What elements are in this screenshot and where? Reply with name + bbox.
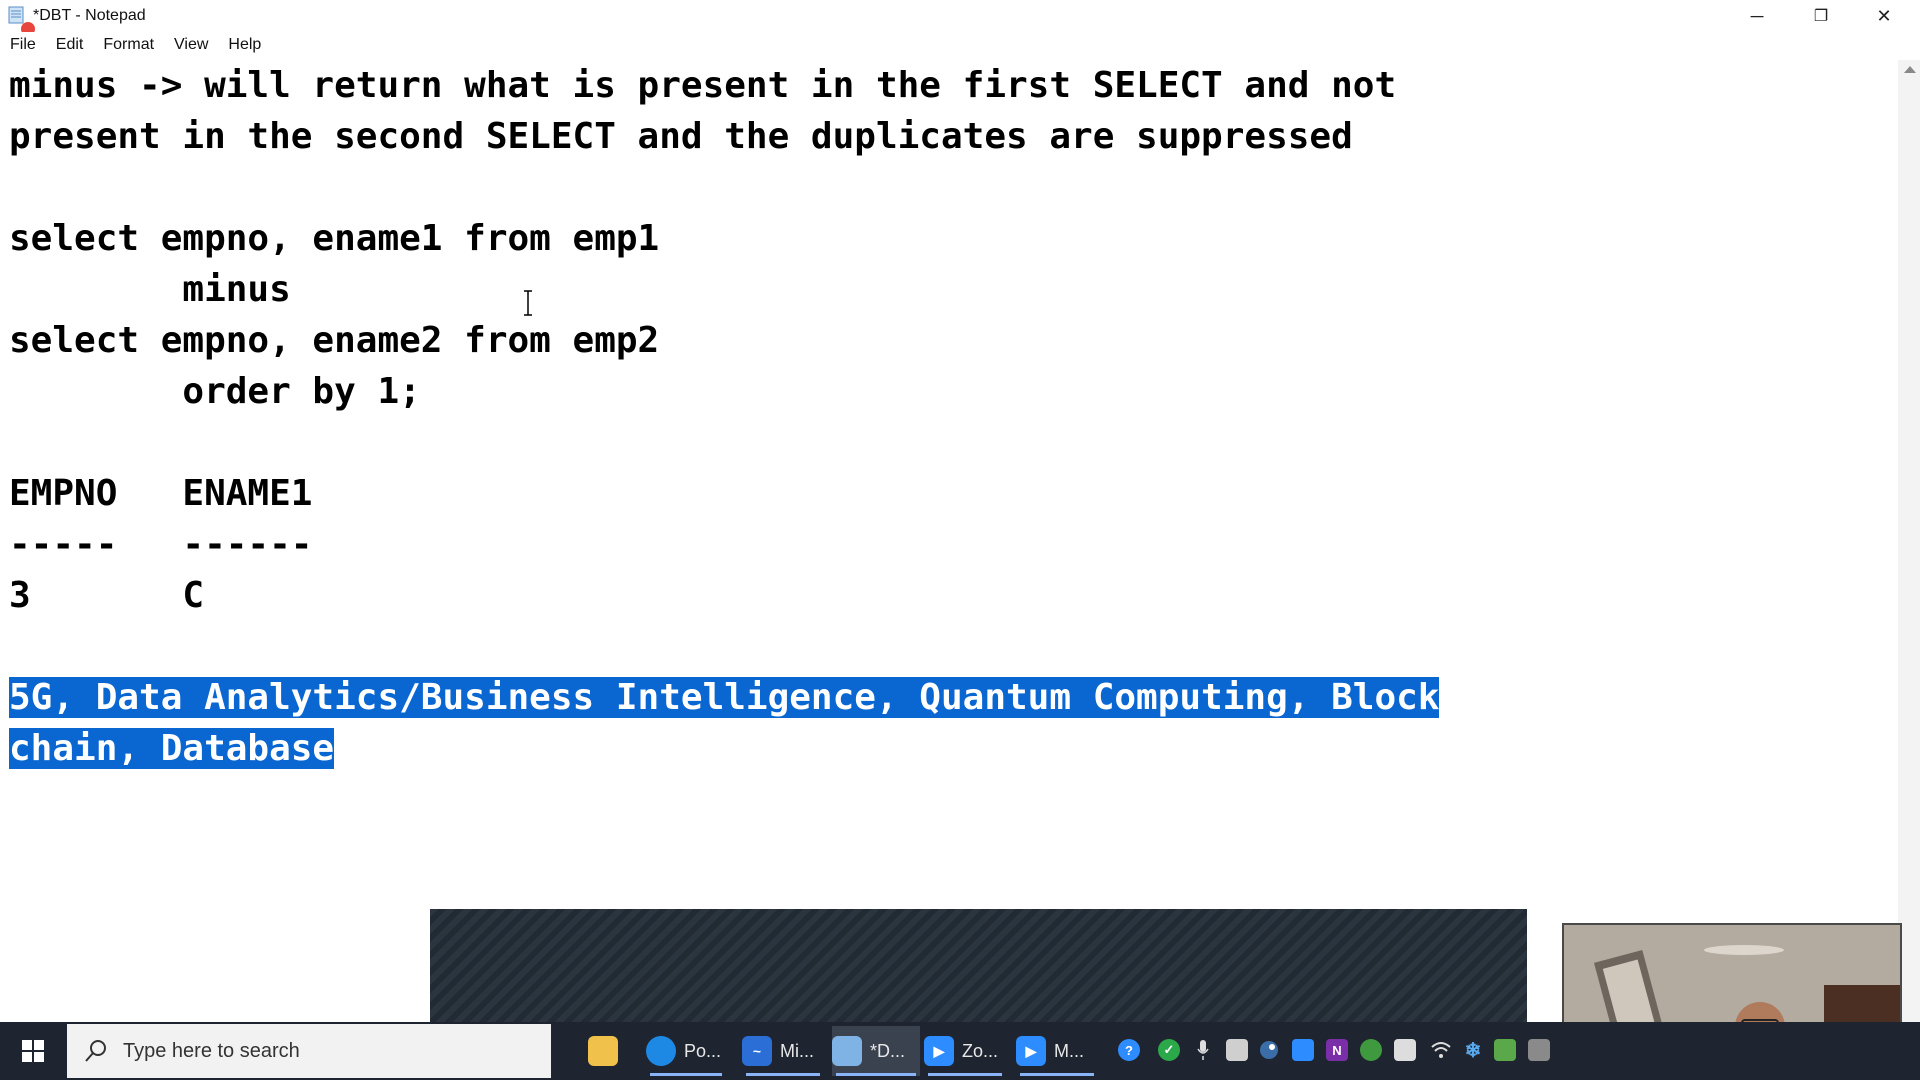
editor-line: EMPNO ENAME1: [9, 473, 313, 514]
editor-line: select empno, ename2 from emp2: [9, 320, 660, 361]
zoom-tray-icon[interactable]: [1292, 1039, 1314, 1061]
editor-line: present in the second SELECT and the dup…: [9, 116, 1353, 157]
editor-line: select empno, ename1 from emp1: [9, 218, 660, 259]
selected-text: chain, Database: [9, 728, 335, 769]
taskbar-app-edge[interactable]: Po...: [646, 1026, 726, 1076]
help-icon[interactable]: ?: [1118, 1039, 1140, 1061]
editor-line: 3 C: [9, 575, 205, 616]
edge-icon: [646, 1036, 676, 1066]
notepad-icon: [8, 6, 24, 24]
title-bar: *DBT - Notepad ─ ❐ ✕: [0, 0, 1920, 36]
taskbar-app-whiteboard[interactable]: ~ Mi...: [742, 1026, 824, 1076]
taskbar-app-file-explorer[interactable]: [588, 1026, 632, 1076]
menu-help[interactable]: Help: [218, 32, 271, 58]
whiteboard-icon: ~: [742, 1036, 772, 1066]
running-indicator: [746, 1073, 820, 1076]
shared-screen-panel: [430, 909, 1527, 1022]
running-indicator: [650, 1073, 722, 1076]
window-title: *DBT - Notepad: [33, 7, 146, 24]
taskbar-app-zoom-meeting[interactable]: ▶ M...: [1016, 1026, 1098, 1076]
folder-icon: [588, 1036, 618, 1066]
menu-format[interactable]: Format: [93, 32, 164, 58]
taskbar-app-label: *D...: [870, 1040, 906, 1061]
editor-line: minus -> will return what is present in …: [9, 65, 1397, 106]
taskbar-search-box[interactable]: Type here to search: [67, 1024, 551, 1078]
editor-line: ----- ------: [9, 524, 313, 565]
running-indicator: [836, 1073, 916, 1076]
search-placeholder: Type here to search: [123, 1039, 300, 1062]
taskbar-app-label: Mi...: [780, 1040, 814, 1061]
microphone-icon[interactable]: [1192, 1039, 1214, 1061]
taskbar-app-zoom[interactable]: ▶ Zo...: [924, 1026, 1006, 1076]
notification-icon[interactable]: [1528, 1039, 1550, 1061]
scroll-up-icon[interactable]: [1904, 66, 1916, 73]
running-indicator: [1020, 1073, 1094, 1076]
zoom-icon: ▶: [924, 1036, 954, 1066]
menu-view[interactable]: View: [164, 32, 218, 58]
taskbar: Type here to search Po... ~ Mi... *D... …: [0, 1022, 1920, 1080]
windows-logo-icon: [22, 1040, 44, 1062]
nvidia-icon[interactable]: [1494, 1039, 1516, 1061]
menu-edit[interactable]: Edit: [46, 32, 94, 58]
menu-bar: File Edit Format View Help: [0, 32, 1920, 58]
taskbar-app-notepad[interactable]: *D...: [832, 1026, 920, 1076]
zoom-meeting-icon: ▶: [1016, 1036, 1046, 1066]
vertical-scrollbar[interactable]: [1898, 60, 1920, 1022]
close-button[interactable]: ✕: [1853, 0, 1915, 32]
editor-line: minus: [9, 269, 291, 310]
battery-icon[interactable]: [1226, 1039, 1248, 1061]
text-cursor-icon: [524, 290, 532, 316]
notepad-icon: [832, 1036, 862, 1066]
security-shield-icon[interactable]: [1394, 1039, 1416, 1061]
menu-file[interactable]: File: [0, 32, 46, 58]
text-editor[interactable]: minus -> will return what is present in …: [0, 60, 1898, 1022]
taskbar-app-label: Zo...: [962, 1040, 999, 1061]
taskbar-app-label: Po...: [684, 1040, 722, 1061]
selected-line: 5G, Data Analytics/Business Intelligence…: [9, 672, 1440, 723]
editor-line: order by 1;: [9, 371, 421, 412]
green-app-icon[interactable]: [1360, 1039, 1382, 1061]
start-button[interactable]: [0, 1022, 66, 1080]
taskbar-app-label: M...: [1054, 1040, 1084, 1061]
steam-icon[interactable]: [1258, 1039, 1280, 1061]
search-icon: [85, 1040, 106, 1062]
onenote-icon[interactable]: N: [1326, 1039, 1348, 1061]
selected-line: chain, Database: [9, 723, 335, 774]
running-indicator: [928, 1073, 1002, 1076]
check-shield-icon[interactable]: ✓: [1158, 1039, 1180, 1061]
wifi-icon[interactable]: [1430, 1039, 1452, 1061]
minimize-button[interactable]: ─: [1726, 0, 1788, 32]
screen: *DBT - Notepad ─ ❐ ✕ File Edit Format Vi…: [0, 0, 1920, 1080]
selected-text: 5G, Data Analytics/Business Intelligence…: [9, 677, 1440, 718]
restore-button[interactable]: ❐: [1790, 0, 1852, 32]
snowflake-icon[interactable]: ❄: [1462, 1039, 1484, 1062]
